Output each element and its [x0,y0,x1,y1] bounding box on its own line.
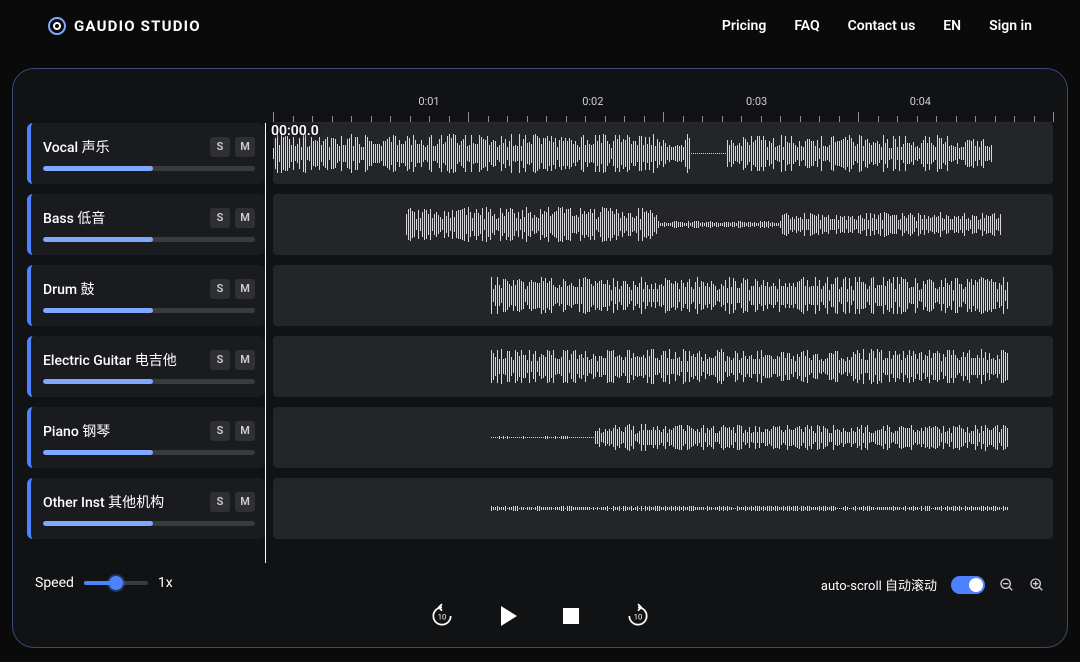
nav-pricing[interactable]: Pricing [722,18,766,34]
skip-back-button[interactable]: 10 [429,603,455,629]
time-ruler[interactable]: 0:01 0:02 0:03 0:04 [273,83,1053,123]
waveform [491,336,1053,397]
track-header[interactable]: Bass 低音 S M [27,194,265,255]
track-name: Vocal 声乐 [43,137,110,157]
zoom-in-button[interactable] [1029,577,1045,593]
play-icon [501,606,517,626]
volume-slider[interactable] [43,450,255,455]
volume-slider[interactable] [43,379,255,384]
play-button[interactable] [501,606,517,626]
track-header[interactable]: Electric Guitar 电吉他 S M [27,336,265,397]
solo-button[interactable]: S [210,279,230,299]
mute-button[interactable]: M [235,208,255,228]
waveform-lane[interactable] [273,478,1053,539]
speed-control: Speed 1x [35,575,173,591]
ruler-label: 0:02 [582,95,603,108]
autoscroll-toggle[interactable] [951,576,985,594]
speed-label: Speed [35,575,74,591]
volume-slider[interactable] [43,237,255,242]
solo-button[interactable]: S [210,137,230,157]
waveform-lane[interactable] [273,336,1053,397]
volume-slider[interactable] [43,308,255,313]
waveform [491,478,1053,539]
right-controls: auto-scroll 自动滚动 [821,575,1045,594]
top-nav: GAUDIO STUDIO Pricing FAQ Contact us EN … [0,0,1080,52]
track-name: Piano 钢琴 [43,421,110,441]
waveform-lane[interactable] [273,194,1053,255]
playhead[interactable] [265,123,266,563]
track-name: Electric Guitar 电吉他 [43,350,177,370]
workspace: Vocal 声乐 S M Bass 低音 S M Drum 鼓 S M Elec… [13,69,1067,563]
track-header[interactable]: Vocal 声乐 S M [27,123,265,184]
stop-button[interactable] [563,608,579,624]
track-name: Drum 鼓 [43,279,95,299]
waveform-lane[interactable] [273,407,1053,468]
svg-text:10: 10 [438,612,447,621]
waveform [491,407,1053,468]
editor-panel: Vocal 声乐 S M Bass 低音 S M Drum 鼓 S M Elec… [12,68,1068,648]
zoom-out-button[interactable] [999,577,1015,593]
volume-slider[interactable] [43,166,255,171]
ruler-label: 0:03 [746,95,767,108]
logo-icon [48,17,66,35]
track-headers: Vocal 声乐 S M Bass 低音 S M Drum 鼓 S M Elec… [27,83,265,563]
speed-slider[interactable] [84,581,148,585]
mute-button[interactable]: M [235,137,255,157]
waveform [491,265,1053,326]
mute-button[interactable]: M [235,350,255,370]
waveform-lanes [265,123,1053,563]
track-header[interactable]: Other Inst 其他机构 S M [27,478,265,539]
timeline-area: 0:01 0:02 0:03 0:04 00:00.0 [265,83,1053,563]
svg-text:10: 10 [634,612,643,621]
skip-forward-button[interactable]: 10 [625,603,651,629]
nav-faq[interactable]: FAQ [794,18,819,34]
track-name: Other Inst 其他机构 [43,492,164,512]
bottom-controls: Speed 1x auto-scroll 自动滚动 10 10 [13,563,1067,647]
solo-button[interactable]: S [210,208,230,228]
mute-button[interactable]: M [235,421,255,441]
track-header[interactable]: Drum 鼓 S M [27,265,265,326]
speed-thumb[interactable] [109,576,123,590]
speed-value: 1x [158,575,173,591]
nav-signin[interactable]: Sign in [989,18,1032,34]
solo-button[interactable]: S [210,350,230,370]
track-header[interactable]: Piano 钢琴 S M [27,407,265,468]
waveform-lane[interactable] [273,123,1053,184]
nav-links: Pricing FAQ Contact us EN Sign in [722,18,1032,34]
logo[interactable]: GAUDIO STUDIO [48,17,201,35]
track-name: Bass 低音 [43,208,105,228]
solo-button[interactable]: S [210,421,230,441]
nav-contact[interactable]: Contact us [848,18,916,34]
brand-name: GAUDIO STUDIO [74,17,201,35]
transport-controls: 10 10 [429,603,651,629]
ruler-label: 0:01 [418,95,439,108]
mute-button[interactable]: M [235,492,255,512]
waveform [406,194,1053,255]
nav-language[interactable]: EN [943,18,961,34]
solo-button[interactable]: S [210,492,230,512]
waveform-lane[interactable] [273,265,1053,326]
waveform [273,123,1053,184]
ruler-label: 0:04 [910,95,931,108]
playhead-timestamp: 00:00.0 [271,123,319,139]
mute-button[interactable]: M [235,279,255,299]
volume-slider[interactable] [43,521,255,526]
stop-icon [563,608,579,624]
autoscroll-label: auto-scroll 自动滚动 [821,575,937,594]
